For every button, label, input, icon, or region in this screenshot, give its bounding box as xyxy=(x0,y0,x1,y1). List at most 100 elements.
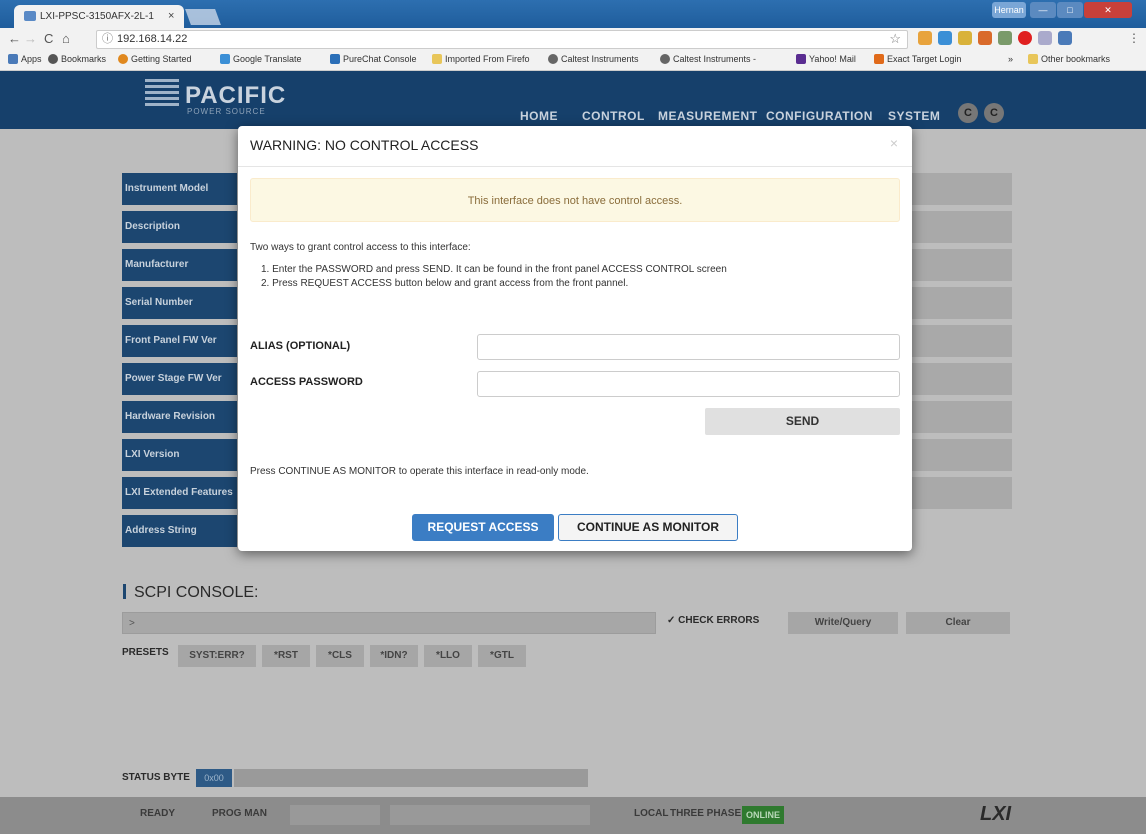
window-minimize-button[interactable]: — xyxy=(1030,2,1056,18)
info-value-cell xyxy=(912,211,1012,243)
bookmark-purechat[interactable]: PureChat Console xyxy=(330,54,417,64)
info-value-cell xyxy=(912,249,1012,281)
alias-label: ALIAS (OPTIONAL) xyxy=(250,340,351,352)
forward-arrow-icon[interactable]: → xyxy=(24,31,37,46)
nav-control[interactable]: CONTROL xyxy=(582,109,645,123)
footer-prog-man: PROG MAN xyxy=(212,808,267,819)
browser-menu-icon[interactable]: ⋮ xyxy=(1128,31,1140,45)
back-arrow-icon[interactable]: ← xyxy=(8,31,21,46)
modal-step-2: 2. Press REQUEST ACCESS button below and… xyxy=(261,278,629,289)
extension-icon[interactable] xyxy=(998,31,1012,45)
preset-gtl-button[interactable]: *GTL xyxy=(478,645,526,667)
opera-icon[interactable] xyxy=(1018,31,1032,45)
nav-system[interactable]: SYSTEM xyxy=(888,109,940,123)
extension-icon[interactable] xyxy=(918,31,932,45)
info-front-panel-fw: Front Panel FW Ver xyxy=(122,325,237,357)
footer-empty-slot xyxy=(290,805,380,825)
header-circle-button[interactable]: C xyxy=(984,103,1004,123)
send-button[interactable]: SEND xyxy=(705,408,900,435)
info-manufacturer: Manufacturer xyxy=(122,249,237,281)
modal-intro-text: Two ways to grant control access to this… xyxy=(250,242,471,253)
preset-cls-button[interactable]: *CLS xyxy=(316,645,364,667)
info-instrument-model: Instrument Model xyxy=(122,173,237,205)
extension-icon[interactable] xyxy=(1038,31,1052,45)
clear-button[interactable]: Clear xyxy=(906,612,1010,634)
preset-llo-button[interactable]: *LLO xyxy=(424,645,472,667)
footer-local: LOCAL xyxy=(634,808,669,819)
info-power-stage-fw: Power Stage FW Ver xyxy=(122,363,237,395)
site-header: PACIFIC POWER SOURCE HOME CONTROL MEASUR… xyxy=(0,71,1146,129)
logo-subtitle: POWER SOURCE xyxy=(187,107,266,116)
nav-configuration[interactable]: CONFIGURATION xyxy=(766,109,873,123)
bookmark-bookmarks[interactable]: Bookmarks xyxy=(48,54,106,64)
write-query-button[interactable]: Write/Query xyxy=(788,612,898,634)
modal-title: WARNING: NO CONTROL ACCESS xyxy=(250,137,479,153)
footer-ready: READY xyxy=(140,808,176,819)
extension-icon[interactable] xyxy=(958,31,972,45)
bookmark-getting-started[interactable]: Getting Started xyxy=(118,54,192,64)
no-control-access-modal: WARNING: NO CONTROL ACCESS × This interf… xyxy=(238,126,912,551)
info-value-cell xyxy=(912,287,1012,319)
bookmarks-overflow[interactable]: » xyxy=(1008,54,1013,64)
tab-close-icon[interactable]: × xyxy=(168,10,174,22)
extension-icon[interactable] xyxy=(978,31,992,45)
info-value-cell xyxy=(912,363,1012,395)
scpi-console-title: SCPI CONSOLE: xyxy=(123,584,258,602)
bookmark-caltest-1[interactable]: Caltest Instruments xyxy=(548,54,639,64)
footer-phase: THREE PHASE xyxy=(670,808,742,819)
bookmark-google-translate[interactable]: Google Translate xyxy=(220,54,302,64)
info-address-string: Address String xyxy=(122,515,237,547)
logo-mark-icon xyxy=(145,79,179,109)
check-errors-checkbox[interactable]: ✓ CHECK ERRORS xyxy=(667,615,759,626)
monitor-note-text: Press CONTINUE AS MONITOR to operate thi… xyxy=(250,466,589,477)
reload-icon[interactable]: C xyxy=(44,31,53,46)
info-value-cell xyxy=(912,477,1012,509)
nav-home[interactable]: HOME xyxy=(520,109,558,123)
status-byte-value: 0x00 xyxy=(196,769,232,787)
info-serial-number: Serial Number xyxy=(122,287,237,319)
bookmark-other[interactable]: Other bookmarks xyxy=(1028,54,1110,64)
new-tab-button[interactable] xyxy=(185,9,221,25)
modal-close-icon[interactable]: × xyxy=(890,135,898,151)
request-access-button[interactable]: REQUEST ACCESS xyxy=(412,514,554,541)
window-maximize-button[interactable]: □ xyxy=(1057,2,1083,18)
info-lxi-extended-features: LXI Extended Features xyxy=(122,477,237,509)
scpi-command-input[interactable]: > xyxy=(122,612,656,634)
home-icon[interactable]: ⌂ xyxy=(62,31,70,46)
preset-syst-err-button[interactable]: SYST:ERR? xyxy=(178,645,256,667)
bookmarks-bar: Apps Bookmarks Getting Started Google Tr… xyxy=(0,50,1146,71)
footer-empty-slot xyxy=(390,805,590,825)
continue-as-monitor-button[interactable]: CONTINUE AS MONITOR xyxy=(558,514,738,541)
tab-title: LXI-PPSC-3150AFX-2L-1 xyxy=(40,11,154,22)
bookmark-apps[interactable]: Apps xyxy=(8,54,42,64)
info-hardware-revision: Hardware Revision xyxy=(122,401,237,433)
address-url: 192.168.14.22 xyxy=(117,33,188,45)
pacific-logo[interactable]: PACIFIC POWER SOURCE xyxy=(145,79,286,116)
browser-tab[interactable]: LXI-PPSC-3150AFX-2L-1 × xyxy=(14,5,184,28)
info-value-cell xyxy=(912,401,1012,433)
status-byte-label: STATUS BYTE xyxy=(122,772,190,783)
bookmark-exact-target[interactable]: Exact Target Login xyxy=(874,54,961,64)
window-user-button[interactable]: Hernan xyxy=(992,2,1026,18)
info-value-cell xyxy=(912,439,1012,471)
bookmark-imported-folder[interactable]: Imported From Firefo xyxy=(432,54,530,64)
status-footer: READY PROG MAN LOCAL THREE PHASE ONLINE … xyxy=(0,797,1146,834)
address-bar[interactable]: ⓘ 192.168.14.22 ☆ xyxy=(96,30,908,49)
extension-icon[interactable] xyxy=(938,31,952,45)
window-close-button[interactable]: ✕ xyxy=(1084,2,1132,18)
bookmark-star-icon[interactable]: ☆ xyxy=(889,30,901,47)
preset-rst-button[interactable]: *RST xyxy=(262,645,310,667)
header-circle-button[interactable]: C xyxy=(958,103,978,123)
bookmark-caltest-2[interactable]: Caltest Instruments - xyxy=(660,54,756,64)
alias-input[interactable] xyxy=(477,334,900,360)
info-icon[interactable]: ⓘ xyxy=(102,31,113,48)
extension-icon[interactable] xyxy=(1058,31,1072,45)
modal-divider xyxy=(238,166,912,167)
preset-idn-button[interactable]: *IDN? xyxy=(370,645,418,667)
bookmark-yahoo-mail[interactable]: Yahoo! Mail xyxy=(796,54,856,64)
no-access-alert: This interface does not have control acc… xyxy=(250,178,900,222)
nav-measurement[interactable]: MEASUREMENT xyxy=(658,109,758,123)
browser-toolbar: ← → C ⌂ ⓘ 192.168.14.22 ☆ ⋮ xyxy=(0,28,1146,50)
password-input[interactable] xyxy=(477,371,900,397)
status-byte-bits xyxy=(234,769,588,787)
